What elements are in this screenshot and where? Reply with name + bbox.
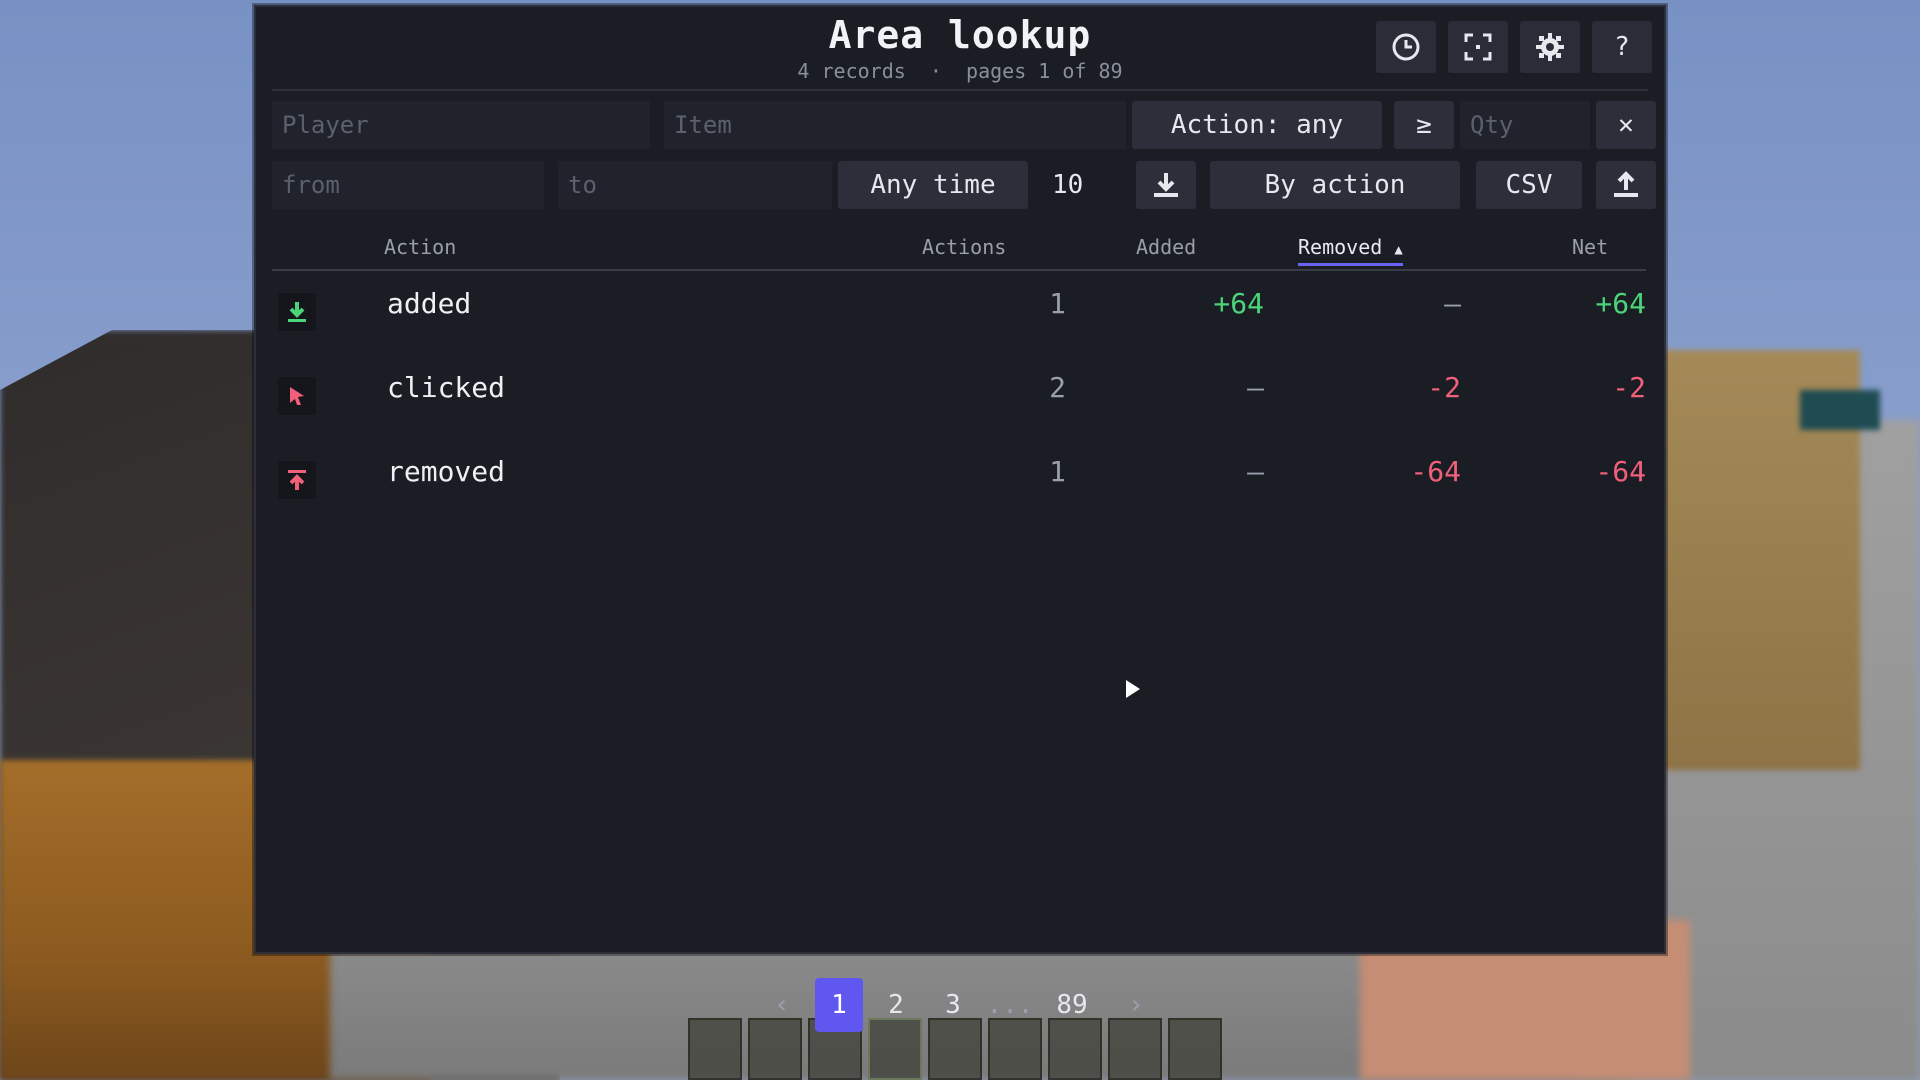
help-icon: ? [1614, 32, 1630, 62]
time-range-button[interactable]: Any time [838, 161, 1028, 209]
fullscreen-icon [1464, 33, 1492, 61]
row-added: +64 [1213, 287, 1264, 320]
row-added: — [1247, 455, 1264, 488]
records-count: 4 records [797, 59, 906, 83]
player-input[interactable] [272, 101, 650, 149]
title-divider [272, 89, 1648, 91]
from-date-input[interactable] [272, 161, 544, 209]
fullscreen-button[interactable] [1448, 21, 1508, 73]
row-net: +64 [1595, 287, 1646, 320]
row-actions: 1 [1049, 287, 1066, 320]
qty-input[interactable] [1460, 101, 1590, 149]
upload-arrow-icon [278, 461, 316, 499]
page-ellipsis: ... [986, 990, 1034, 1020]
table-row[interactable]: added 1 +64 — +64 [272, 281, 1646, 351]
cursor-click-icon [278, 377, 316, 415]
row-removed: -2 [1427, 371, 1461, 404]
to-date-input[interactable] [558, 161, 832, 209]
column-action[interactable]: Action [384, 235, 456, 259]
item-input[interactable] [664, 101, 1126, 149]
action-filter-dropdown[interactable]: Action: any [1132, 101, 1382, 149]
clear-filters-button[interactable]: ✕ [1596, 101, 1656, 149]
row-removed: — [1444, 287, 1461, 320]
group-by-button[interactable]: By action [1210, 161, 1460, 209]
row-action: removed [387, 455, 506, 488]
table-row[interactable]: clicked 2 — -2 -2 [272, 365, 1646, 435]
row-actions: 2 [1049, 371, 1066, 404]
mouse-cursor [1126, 680, 1140, 698]
pagination: ‹ 1 2 3 ... 89 › [0, 978, 1920, 1032]
dark-block [1800, 390, 1880, 430]
top-toolbar: ? [1376, 21, 1652, 73]
row-net: -2 [1612, 371, 1646, 404]
history-button[interactable] [1376, 21, 1436, 73]
csv-button[interactable]: CSV [1476, 161, 1582, 209]
row-added: — [1247, 371, 1264, 404]
filter-row-1: Action: any ≥ ✕ [272, 101, 1656, 149]
page-button-2[interactable]: 2 [876, 978, 916, 1032]
table-header: Action Actions Added Removed ▲ Net [272, 229, 1646, 271]
export-button[interactable] [1596, 161, 1656, 209]
column-actions[interactable]: Actions [922, 235, 1006, 259]
column-removed[interactable]: Removed ▲ [1298, 235, 1403, 266]
row-net: -64 [1595, 455, 1646, 488]
download-arrow-icon [278, 293, 316, 331]
sort-ascending-icon: ▲ [1394, 242, 1403, 258]
row-action: added [387, 287, 472, 320]
next-page-button[interactable]: › [1122, 978, 1150, 1032]
row-action: clicked [387, 371, 506, 404]
page-button-last[interactable]: 89 [1046, 978, 1098, 1032]
download-icon [1154, 173, 1178, 197]
download-button[interactable] [1136, 161, 1196, 209]
compare-operator-button[interactable]: ≥ [1394, 101, 1454, 149]
limit-value[interactable]: 10 [1052, 161, 1132, 209]
clock-icon [1392, 33, 1420, 61]
page-count: pages 1 of 89 [966, 59, 1123, 83]
row-actions: 1 [1049, 455, 1066, 488]
prev-page-button[interactable]: ‹ [768, 978, 796, 1032]
column-net[interactable]: Net [1572, 235, 1608, 259]
help-button[interactable]: ? [1592, 21, 1652, 73]
filter-row-2: Any time 10 By action CSV [272, 161, 1656, 209]
close-icon: ✕ [1618, 110, 1634, 140]
column-removed-label: Removed [1298, 235, 1383, 259]
subtitle-separator: · [929, 59, 942, 83]
column-added[interactable]: Added [1136, 235, 1196, 259]
gear-icon [1536, 33, 1564, 61]
upload-icon [1614, 171, 1638, 197]
page-button-1[interactable]: 1 [815, 978, 863, 1032]
row-removed: -64 [1410, 455, 1461, 488]
settings-button[interactable] [1520, 21, 1580, 73]
area-lookup-panel: Area lookup 4 records · pages 1 of 89 ? … [254, 5, 1666, 954]
page-button-3[interactable]: 3 [933, 978, 973, 1032]
table-row[interactable]: removed 1 — -64 -64 [272, 449, 1646, 519]
